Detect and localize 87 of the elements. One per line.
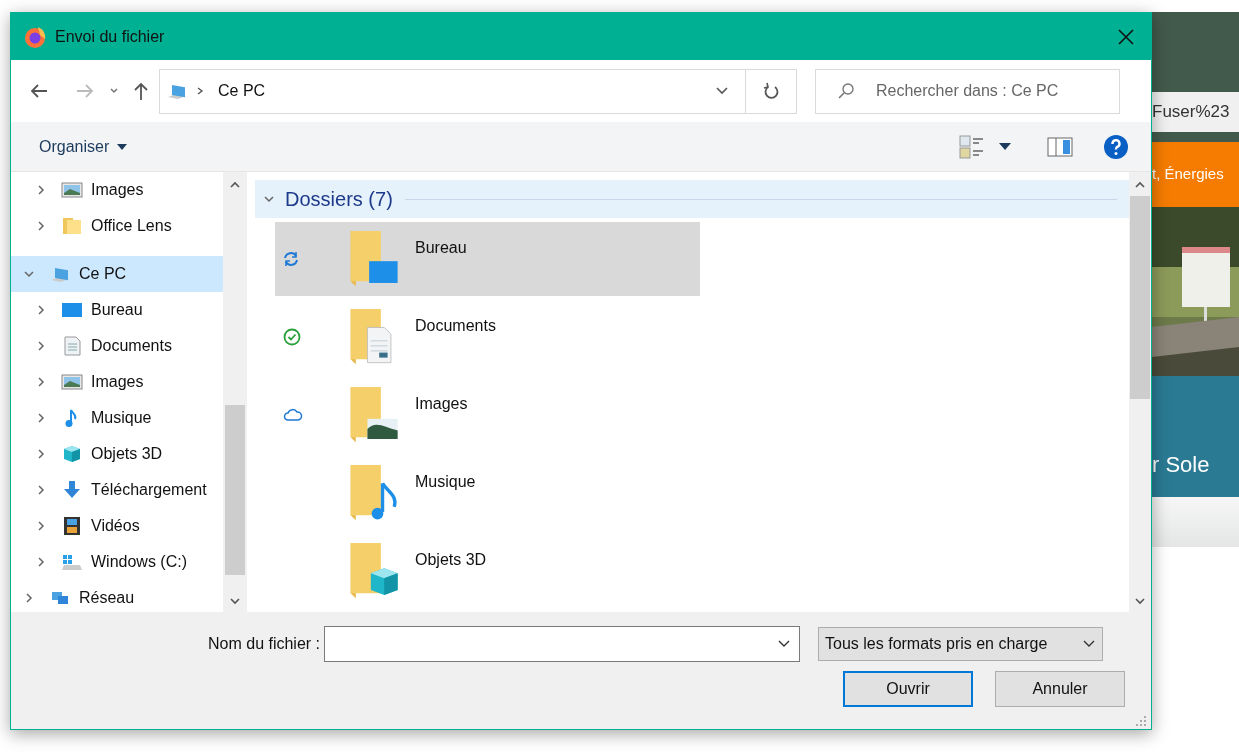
group-title: Dossiers (7) xyxy=(285,187,393,212)
drive-icon xyxy=(61,552,83,572)
tree-item[interactable]: Vidéos xyxy=(11,508,223,544)
picture-frame-icon xyxy=(61,180,83,200)
close-icon[interactable] xyxy=(1117,27,1135,46)
folder-icon xyxy=(349,387,401,444)
check-circle-icon xyxy=(283,328,301,346)
resize-grip-icon[interactable] xyxy=(1135,715,1147,727)
tree-item[interactable]: Bureau xyxy=(11,292,223,328)
tree-item[interactable]: Office Lens xyxy=(11,208,223,244)
scrollbar[interactable] xyxy=(1129,172,1151,612)
down-arrow-icon xyxy=(61,480,83,500)
folder-name: Bureau xyxy=(415,238,467,258)
chevron-down-icon[interactable] xyxy=(777,639,792,649)
scroll-down-icon[interactable] xyxy=(1134,596,1146,606)
chevron-down-icon xyxy=(1082,639,1097,649)
folder-item[interactable]: Documents xyxy=(275,300,700,374)
address-path: Ce PC xyxy=(218,81,267,101)
chevron-right-icon[interactable] xyxy=(35,304,47,316)
chevron-down-icon[interactable] xyxy=(715,86,729,96)
banner-text: t, Énergies xyxy=(1152,164,1224,185)
folder-item[interactable]: Objets 3D xyxy=(275,534,700,608)
folder-name: Documents xyxy=(415,316,496,336)
refresh-icon[interactable] xyxy=(763,82,779,100)
scrollbar-thumb[interactable] xyxy=(225,405,245,575)
folder-icon xyxy=(61,216,83,236)
tree-item[interactable]: Musique xyxy=(11,400,223,436)
search-field[interactable]: Rechercher dans : Ce PC xyxy=(815,68,1120,114)
cloud-icon xyxy=(283,408,303,422)
sync-icon xyxy=(283,251,299,267)
scrollbar-thumb[interactable] xyxy=(1130,196,1150,399)
scroll-up-icon[interactable] xyxy=(229,180,241,190)
filename-field[interactable] xyxy=(324,626,801,662)
folder-icon xyxy=(349,231,401,288)
preview-pane-icon[interactable] xyxy=(1047,136,1073,157)
chevron-right-icon[interactable] xyxy=(35,184,47,196)
search-icon xyxy=(837,81,855,100)
dropdown-arrow-icon xyxy=(117,143,128,150)
folder-item[interactable]: Bureau xyxy=(275,222,700,296)
chevron-right-icon[interactable] xyxy=(35,448,47,460)
dropdown-arrow-icon[interactable] xyxy=(999,142,1011,151)
filename-label: Nom du fichier : xyxy=(208,634,321,654)
folder-item[interactable]: Images xyxy=(275,378,700,452)
cube-icon xyxy=(61,444,83,464)
chevron-right-icon[interactable] xyxy=(35,220,47,232)
chevron-right-icon[interactable] xyxy=(23,592,35,604)
folder-item[interactable]: Musique xyxy=(275,456,700,530)
dialog-button[interactable]: Ouvrir xyxy=(843,671,973,707)
document-icon xyxy=(61,336,83,356)
folder-name: Images xyxy=(415,394,468,414)
hero-heading: r Sole xyxy=(1152,451,1210,479)
group-header[interactable]: Dossiers (7) xyxy=(255,180,1129,218)
tree-item[interactable]: Images xyxy=(11,172,223,208)
organise-menu[interactable]: Organiser xyxy=(39,134,128,159)
tree-item[interactable]: Images xyxy=(11,364,223,400)
scroll-up-icon[interactable] xyxy=(1134,180,1146,190)
address-bar[interactable]: Ce PC xyxy=(159,68,797,114)
folder-name: Musique xyxy=(415,472,476,492)
folder-icon xyxy=(349,543,401,600)
browser-logo-icon xyxy=(23,24,47,49)
folder-name: Objets 3D xyxy=(415,550,487,570)
tree-item[interactable]: Réseau xyxy=(11,580,223,612)
tree-item[interactable]: Objets 3D xyxy=(11,436,223,472)
dialog-button[interactable]: Annuler xyxy=(995,671,1125,707)
url-text: Fuser%23 xyxy=(1152,101,1230,124)
tree-item[interactable]: Documents xyxy=(11,328,223,364)
scroll-down-icon[interactable] xyxy=(229,596,241,606)
chevron-right-icon[interactable] xyxy=(35,484,47,496)
tree-item[interactable]: Windows (C:) xyxy=(11,544,223,580)
desktop-icon xyxy=(61,300,83,320)
up-arrow-icon[interactable] xyxy=(133,81,149,101)
chevron-right-icon xyxy=(196,86,204,96)
chevron-right-icon[interactable] xyxy=(35,556,47,568)
chevron-right-icon[interactable] xyxy=(35,376,47,388)
view-options-icon[interactable] xyxy=(959,134,985,159)
file-type-dropdown[interactable]: Tous les formats pris en charge xyxy=(818,627,1104,661)
back-arrow-icon[interactable] xyxy=(29,83,49,99)
tree-item[interactable]: Téléchargement xyxy=(11,472,223,508)
chevron-right-icon[interactable] xyxy=(35,340,47,352)
tree-item[interactable]: Ce PC xyxy=(11,256,223,292)
scrollbar[interactable] xyxy=(223,172,247,612)
picture-frame-icon xyxy=(61,372,83,392)
help-icon[interactable] xyxy=(1103,133,1129,160)
chevron-right-icon[interactable] xyxy=(35,520,47,532)
chevron-right-icon[interactable] xyxy=(35,412,47,424)
film-strip-icon xyxy=(61,516,83,536)
window-title: Envoi du fichier xyxy=(55,26,165,47)
